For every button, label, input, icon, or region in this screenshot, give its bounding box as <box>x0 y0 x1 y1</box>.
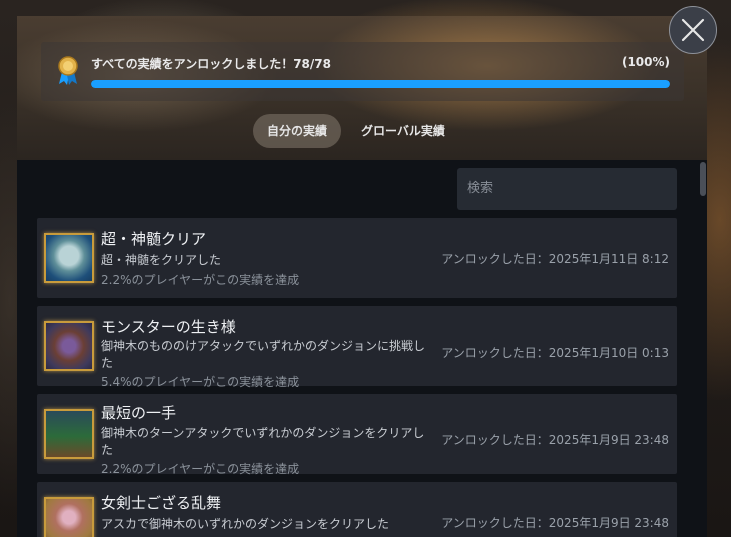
progress-bar <box>91 80 670 88</box>
achievement-title: 超・神髄クリア <box>101 230 207 248</box>
monster-icon <box>44 321 94 371</box>
unlock-date: アンロックした日：2025年1月10日 0:13 <box>441 346 669 360</box>
progress-fill <box>91 80 670 88</box>
achievement-description: 御神木のもののけアタックでいずれかのダンジョンに挑戦した <box>101 339 426 370</box>
swordswoman-icon <box>44 497 94 537</box>
achievement-tabs: 自分の実績 グローバル実績 <box>253 114 459 148</box>
turn-icon <box>44 409 94 459</box>
close-icon <box>681 18 705 42</box>
unlock-date: アンロックした日：2025年1月9日 23:48 <box>441 516 669 530</box>
achievement-title: モンスターの生き様 <box>101 318 236 336</box>
unlock-date: アンロックした日：2025年1月9日 23:48 <box>441 433 669 447</box>
tab-my-achievements[interactable]: 自分の実績 <box>253 114 342 148</box>
achievement-row[interactable]: モンスターの生き様 御神木のもののけアタックでいずれかのダンジョンに挑戦した 5… <box>37 306 677 389</box>
tab-global-achievements[interactable]: グローバル実績 <box>347 114 459 148</box>
achievement-description: 超・神髄をクリアした <box>101 253 222 267</box>
achievement-row[interactable]: 最短の一手 御神木のターンアタックでいずれかのダンジョンをクリアした 2.2%の… <box>37 394 677 476</box>
dialog-header: すべての実績をアンロックしました！78/78 (100%) 自分の実績 グローバ… <box>17 16 707 160</box>
achievement-row[interactable]: 超・神髄クリア 超・神髄をクリアした 2.2%のプレイヤーがこの実績を達成 アン… <box>37 218 677 298</box>
achievement-percent: 2.2%のプレイヤーがこの実績を達成 <box>101 273 300 287</box>
progress-panel: すべての実績をアンロックしました！78/78 (100%) <box>41 42 684 101</box>
achievement-description: 御神木のターンアタックでいずれかのダンジョンをクリアした <box>101 426 425 457</box>
ghost-icon <box>44 233 94 283</box>
scrollbar[interactable] <box>700 162 706 196</box>
close-button[interactable] <box>669 6 717 54</box>
search-input[interactable]: 検索 <box>457 168 677 210</box>
achievement-title: 女剣士ござる乱舞 <box>101 494 222 512</box>
achievement-title: 最短の一手 <box>101 404 177 422</box>
progress-percent: (100%) <box>621 55 670 69</box>
achievement-percent: 5.4%のプレイヤーがこの実績を達成 <box>101 375 300 389</box>
achievement-description: アスカで御神木のいずれかのダンジョンをクリアした <box>101 517 390 531</box>
progress-title: すべての実績をアンロックしました！78/78 <box>91 57 331 71</box>
achievement-row[interactable]: 女剣士ござる乱舞 アスカで御神木のいずれかのダンジョンをクリアした アンロックし… <box>37 482 677 537</box>
unlock-date: アンロックした日：2025年1月11日 8:12 <box>441 252 669 266</box>
medal-icon <box>58 56 78 85</box>
achievements-dialog: すべての実績をアンロックしました！78/78 (100%) 自分の実績 グローバ… <box>17 16 707 537</box>
achievement-percent: 2.2%のプレイヤーがこの実績を達成 <box>101 462 300 476</box>
